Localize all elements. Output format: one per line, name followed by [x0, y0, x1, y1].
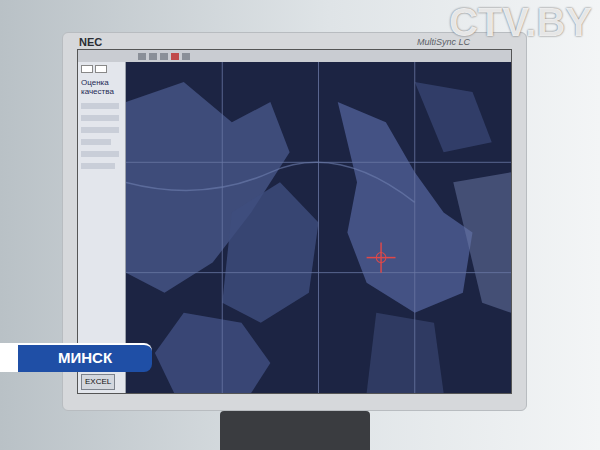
caption-text: МИНСК: [18, 343, 152, 372]
tv-frame: NECMultiSync LC Оценка качества EXCEL CTV.B…: [0, 0, 600, 450]
option-row[interactable]: [81, 139, 111, 145]
option-row[interactable]: [81, 115, 119, 121]
monitor-brand: NEC: [79, 37, 102, 48]
caption-stripe: [0, 343, 18, 372]
tool-icon[interactable]: [171, 53, 179, 60]
option-row[interactable]: [81, 103, 119, 109]
monitor: NECMultiSync LC Оценка качества EXCEL: [62, 32, 527, 450]
toolbar: [78, 50, 511, 62]
map-area[interactable]: [126, 62, 511, 393]
panel-heading: Оценка качества: [81, 79, 122, 97]
option-row[interactable]: [81, 127, 119, 133]
field-box[interactable]: [81, 65, 93, 73]
channel-logo: CTV.BY: [449, 2, 592, 42]
bezel-top-row: NECMultiSync LC: [77, 35, 512, 49]
tool-icon[interactable]: [160, 53, 168, 60]
field-box[interactable]: [95, 65, 107, 73]
satellite-map-icon: [126, 62, 511, 393]
tool-icon[interactable]: [182, 53, 190, 60]
location-caption: МИНСК: [0, 343, 152, 372]
tool-icon[interactable]: [138, 53, 146, 60]
tool-icon[interactable]: [149, 53, 157, 60]
option-row[interactable]: [81, 163, 115, 169]
monitor-stand: [220, 411, 370, 450]
excel-button[interactable]: EXCEL: [81, 374, 115, 390]
option-row[interactable]: [81, 151, 119, 157]
